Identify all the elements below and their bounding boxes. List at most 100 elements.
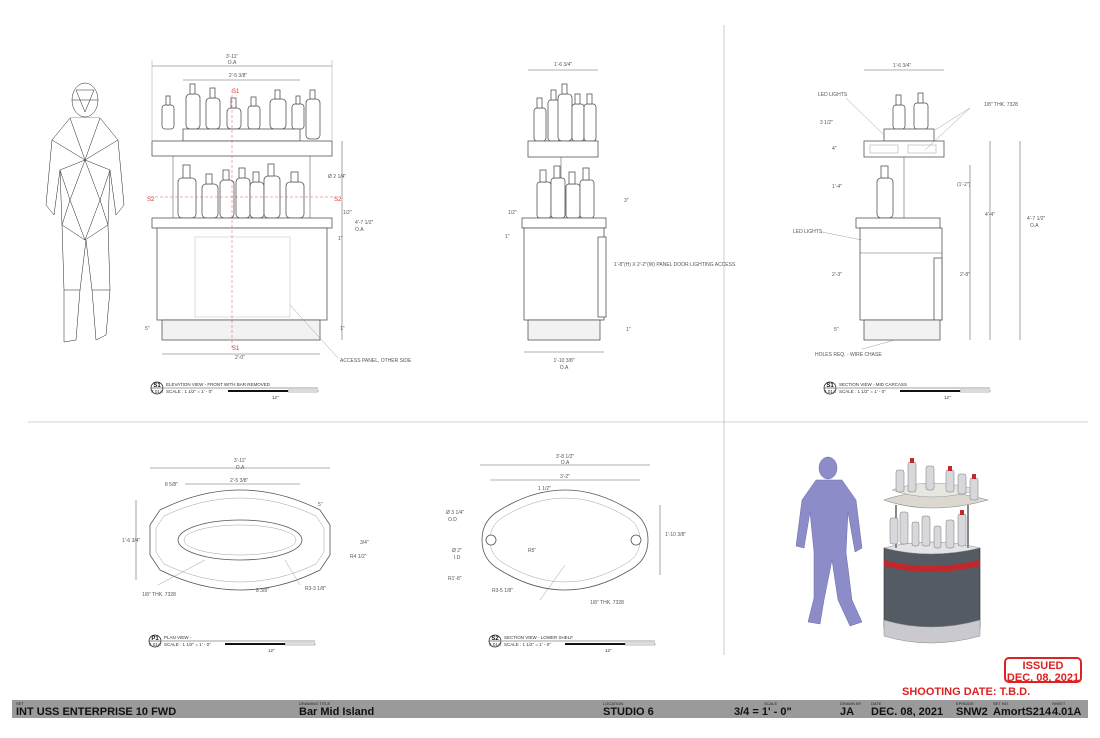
note-led-lights-top: LED LIGHTS <box>818 92 848 98</box>
section-dim-base: 5" <box>834 327 839 333</box>
shelf-dim-id: Ø 2" <box>452 548 462 554</box>
dim-height-oa: O.A <box>355 227 364 233</box>
side-dim-bottom: 1" <box>626 327 631 333</box>
shelf-dim-r1: R1'-8" <box>448 576 462 582</box>
dim-height: 4'-7 1/2" <box>355 220 374 226</box>
shelf-dim-od-label: O.D <box>448 517 457 523</box>
shelf-dim-id-label: I.D <box>454 555 461 561</box>
note-access-panel: ACCESS PANEL, OTHER SIDE <box>340 358 412 364</box>
note-panel-door: 1'-8"(H) X 2'-2"(W) PANEL DOOR LIGHTING … <box>614 262 736 268</box>
view-scale-bar-label: 12" <box>605 648 612 653</box>
plan-dim-r2: R3-3 1/8" <box>305 586 326 592</box>
view-scale-bar-label: 12" <box>944 395 951 400</box>
section-dim-lower2: 2'-8" <box>960 272 970 278</box>
dim-base-gap: 1" <box>338 236 343 242</box>
plan-dim-c: 5" <box>318 502 323 508</box>
plan-dim-r1: R4 1/2" <box>350 554 367 560</box>
view-title-lower-shelf: S2 4.01A SECTION VIEW - LOWER SHELF SCAL… <box>488 634 656 653</box>
shelf-dim-r3: R3-5 1/8" <box>492 588 513 594</box>
shelf-dim-depth: 1'-10 3/8" <box>665 532 686 538</box>
plan-dim-oa: O.A <box>236 465 245 471</box>
view-title-section: S1 4.01A SECTION VIEW - MID CARCASS SCAL… <box>823 381 991 400</box>
side-dim-depth: 1'-10 3/8" <box>553 358 574 364</box>
section-tag-s2-right: S2 <box>334 197 342 203</box>
shelf-dim-oa: O.A <box>561 460 570 466</box>
drawing-sheet: 3'-11" O.A 2'-5 3/8" Ø 2 1/4" 4'-7 1/2" … <box>0 0 1100 733</box>
plan-dim-d: 8 3/8" <box>256 588 269 594</box>
view-title: PLAN VIEW - <box>164 635 192 640</box>
dim-shelf-diameter: Ø 2 1/4" <box>328 174 346 180</box>
plan-dim-a: 8 5/8" <box>165 482 178 488</box>
side-dim-upper: 3" <box>624 198 629 204</box>
section-dim-lower: 2'-3" <box>832 272 842 278</box>
section-tag-s2-left: S2 <box>147 197 155 203</box>
plan-dim-b: 2'-5 3/8" <box>230 478 249 484</box>
dim-kick: 5" <box>145 326 150 332</box>
drawing-canvas: 3'-11" O.A 2'-5 3/8" Ø 2 1/4" 4'-7 1/2" … <box>28 25 1088 655</box>
render-3d <box>795 456 990 644</box>
shelf-dim-gap: 1 1/2" <box>538 486 551 492</box>
note-wire-chase: HOLES REQ. - WIRE CHASE <box>815 352 882 358</box>
tb-set-no-value: AmortS214 <box>993 706 1052 718</box>
elevation-view-front <box>150 60 343 359</box>
shelf-dim-r5: R5" <box>528 548 536 554</box>
view-scale-bar-label: 12" <box>268 648 275 653</box>
side-dim-oa: O.A <box>560 365 569 371</box>
shelf-dim-od: Ø 3 1/4" <box>446 510 464 516</box>
section-dim-gap1: 3 1/2" <box>820 120 833 126</box>
view-title: SECTION VIEW - LOWER SHELF <box>504 635 573 640</box>
lower-shelf-view <box>480 464 661 601</box>
tb-set-value: INT USS ENTERPRISE 10 FWD <box>16 706 177 718</box>
tb-episode-value: SNW2 <box>956 706 988 718</box>
dim-base-width: 2'-0" <box>235 355 245 361</box>
note-led-lights-mid: LED LIGHTS <box>793 229 823 235</box>
dim-kick2: 1" <box>340 326 345 332</box>
shelf-dim-inner: 3'-2" <box>560 474 570 480</box>
shelf-note-thickness: 1/8" THK. 7328 <box>590 600 624 606</box>
tb-scale-value: 3/4 = 1' - 0" <box>734 706 792 718</box>
tb-location-value: STUDIO 6 <box>603 706 654 718</box>
render-human-figure <box>795 456 863 627</box>
dim-top-gap: 1/2" <box>343 210 352 216</box>
view-title-plan: P1 4.01A PLAN VIEW - SCALE : 1 1/2" = 1'… <box>148 634 316 653</box>
title-block: SET INT USS ENTERPRISE 10 FWD DRAWING TI… <box>12 700 1088 718</box>
view-scale: SCALE : 1 1/2" = 1' - 0" <box>839 389 886 394</box>
side-dim-one: 1" <box>505 234 510 240</box>
view-scale: SCALE : 1 1/2" = 1' - 0" <box>504 642 551 647</box>
shooting-date: SHOOTING DATE: T.B.D. <box>902 686 1031 698</box>
view-title: SECTION VIEW - MID CARCASS <box>839 382 907 387</box>
section-dim-gap2: 4" <box>832 146 837 152</box>
side-dim-top: 1'-6 3/4" <box>554 62 573 68</box>
tb-date-value: DEC. 08, 2021 <box>871 706 944 718</box>
section-dim-total: 4'-7 1/2" <box>1027 216 1046 222</box>
section-dim-oa: O.A <box>1030 223 1039 229</box>
tb-drawn-by-value: JA <box>840 706 855 718</box>
plan-dim-depth: 1'-6 3/4" <box>122 538 141 544</box>
plan-dim-e: 3/4" <box>360 540 369 546</box>
render-bar-unit <box>883 458 990 644</box>
section-dim-top: 1'-6 3/4" <box>893 63 912 69</box>
side-view <box>521 69 607 353</box>
view-sheet: 4.01A <box>489 642 501 647</box>
view-scale: SCALE : 1 1/2" = 1' - 0" <box>166 389 213 394</box>
human-figure-wireframe <box>45 82 125 343</box>
section-tag-s1-top: S1 <box>232 89 240 95</box>
side-dim-half: 1/2" <box>508 210 517 216</box>
view-sheet: 4.01A <box>149 642 161 647</box>
note-thickness: 1/8" THK. 7328 <box>984 102 1018 108</box>
plan-dim-width: 3'-11" <box>234 458 247 464</box>
view-sheet: 4.01A <box>151 389 163 394</box>
section-dim-mid: 1'-4" <box>832 184 842 190</box>
view-scale: SCALE : 1 1/2" = 1' - 0" <box>164 642 211 647</box>
view-scale-bar-label: 12" <box>272 395 279 400</box>
view-sheet: 4.01A <box>824 389 836 394</box>
tb-drawing-title-value: Bar Mid Island <box>299 706 375 718</box>
issued-stamp-line1: ISSUED <box>1022 660 1064 672</box>
issued-stamp-date: DEC. 08, 2021 <box>1006 672 1080 684</box>
plan-note-thickness: 1/8" THK. 7328 <box>142 592 176 598</box>
section-dim-h2: 4'-4" <box>985 212 995 218</box>
dim-inner-width: 2'-5 3/8" <box>229 73 248 79</box>
view-title: ELEVATION VIEW - FRONT WITH BAR REMOVED <box>166 382 271 387</box>
section-dim-h1: (1'-2") <box>957 182 971 188</box>
section-view <box>821 69 1021 350</box>
